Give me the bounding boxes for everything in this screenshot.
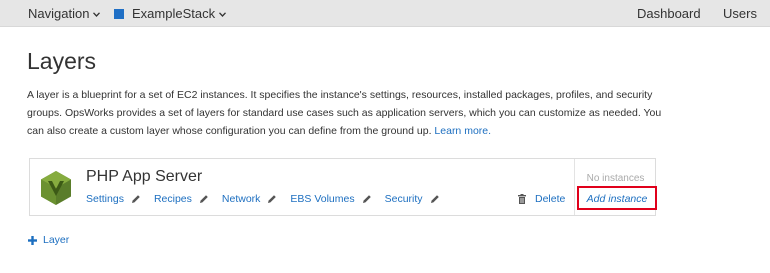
- top-navigation-bar: Navigation ExampleStack Dashboard Users: [0, 0, 770, 27]
- chevron-down-icon: [93, 12, 101, 17]
- add-layer-link[interactable]: Layer: [43, 234, 69, 246]
- instances-status: No instances: [586, 173, 645, 184]
- navigation-menu[interactable]: Navigation: [28, 0, 101, 27]
- recipes-link[interactable]: Recipes: [154, 193, 192, 205]
- php-layer-icon: [38, 170, 74, 206]
- chevron-down-icon: [219, 12, 227, 17]
- pencil-icon[interactable]: [199, 194, 209, 204]
- page-title: Layers: [27, 48, 97, 74]
- settings-link[interactable]: Settings: [86, 193, 124, 205]
- delete-layer[interactable]: Delete: [518, 193, 565, 205]
- network-link[interactable]: Network: [222, 193, 261, 205]
- add-instance-link[interactable]: Add instance: [579, 193, 655, 205]
- description-text: A layer is a blueprint for a set of EC2 …: [27, 89, 662, 137]
- pencil-icon[interactable]: [131, 194, 141, 204]
- trash-icon: [518, 194, 526, 205]
- layer-main: PHP App Server Settings Recipes Network EBS…: [30, 159, 574, 215]
- pencil-icon[interactable]: [362, 194, 372, 204]
- stack-selector[interactable]: ExampleStack: [114, 0, 227, 27]
- page-description: A layer is a blueprint for a set of EC2 …: [27, 86, 667, 140]
- users-link[interactable]: Users: [723, 0, 757, 27]
- security-link[interactable]: Security: [385, 193, 423, 205]
- add-layer-button[interactable]: Layer: [28, 234, 69, 246]
- instances-panel: No instances Add instance: [574, 159, 657, 215]
- dashboard-link[interactable]: Dashboard: [637, 0, 701, 27]
- ebs-volumes-link[interactable]: EBS Volumes: [290, 193, 354, 205]
- stack-color-swatch: [114, 9, 124, 19]
- delete-link[interactable]: Delete: [535, 193, 565, 205]
- add-instance-highlight: Add instance: [577, 186, 657, 210]
- navigation-label: Navigation: [28, 6, 90, 21]
- stack-name: ExampleStack: [132, 6, 216, 21]
- pencil-icon[interactable]: [267, 194, 277, 204]
- layer-links: Settings Recipes Network EBS Volumes Securit…: [86, 193, 453, 207]
- layer-name: PHP App Server: [86, 168, 203, 185]
- plus-icon: [28, 235, 37, 245]
- layer-card: PHP App Server Settings Recipes Network EBS…: [29, 158, 657, 216]
- pencil-icon[interactable]: [430, 194, 440, 204]
- learn-more-link[interactable]: Learn more.: [434, 125, 491, 137]
